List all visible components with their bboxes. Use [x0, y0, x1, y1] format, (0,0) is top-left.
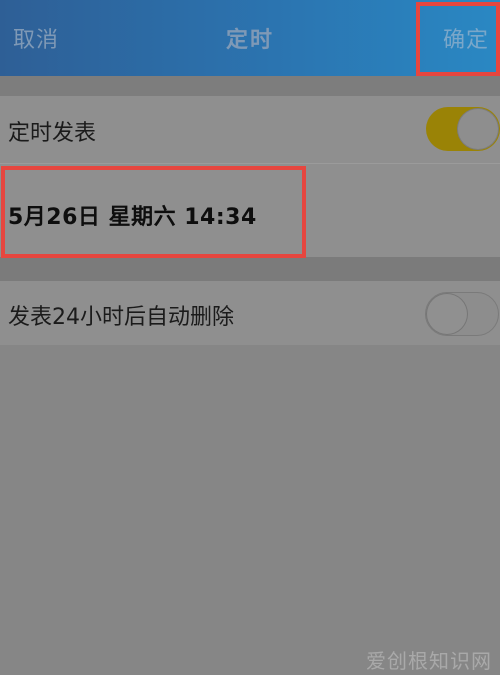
auto-delete-toggle[interactable]: [425, 292, 499, 336]
auto-delete-label: 发表24小时后自动删除: [8, 305, 234, 330]
page-title: 定时: [225, 28, 274, 53]
watermark-text: 爱创根知识网: [366, 649, 492, 673]
scheduled-post-toggle[interactable]: [426, 107, 500, 151]
section-gap: [0, 257, 500, 281]
confirm-button[interactable]: 确定: [443, 22, 489, 54]
toggle-knob: [427, 294, 467, 334]
scheduled-time-row[interactable]: 5月26日 星期六 14:34: [0, 164, 500, 257]
title-bar: 取消 定时 确定: [0, 0, 500, 76]
scheduled-post-label: 定时发表: [8, 121, 97, 146]
header-divider: [0, 76, 500, 96]
scheduled-post-row: 定时发表: [0, 96, 500, 163]
toggle-knob: [458, 109, 498, 149]
scheduled-time-value[interactable]: 5月26日 星期六 14:34: [8, 199, 257, 231]
